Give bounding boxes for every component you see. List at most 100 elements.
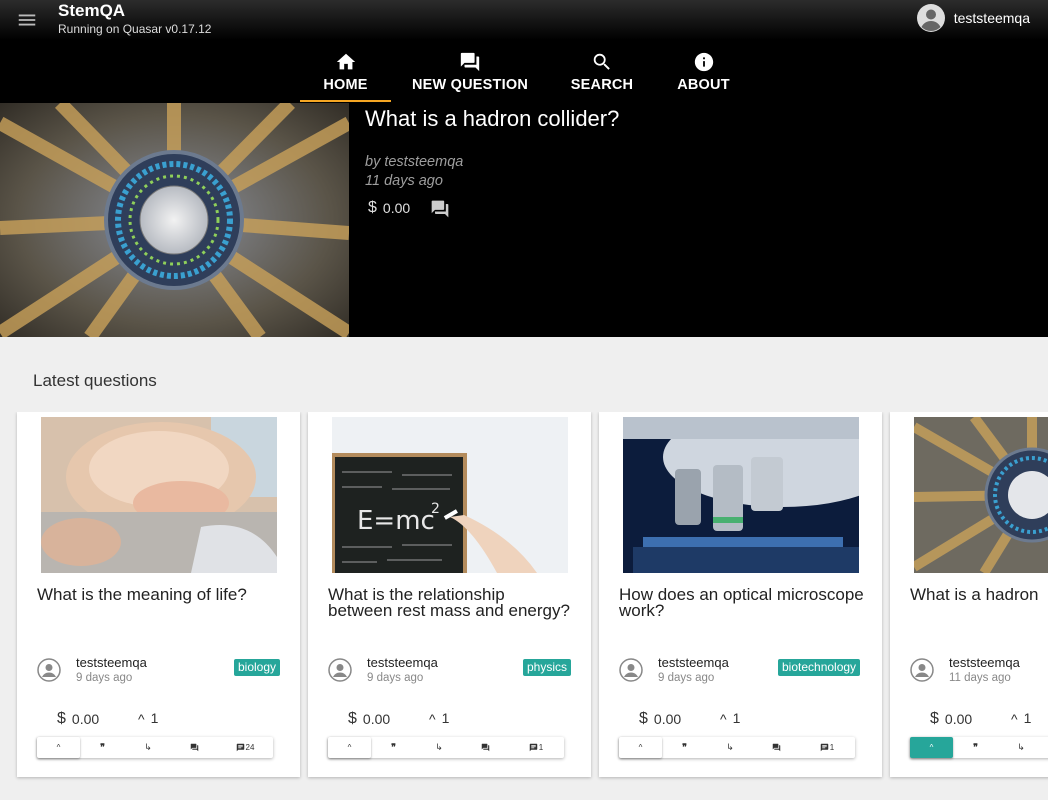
question-author[interactable]: teststeemqa (949, 655, 1020, 670)
reply-button[interactable]: ↳ (998, 737, 1044, 758)
upvote-caret-icon: ^ (1011, 711, 1018, 727)
upvote-button[interactable]: ^ (37, 737, 80, 758)
comment-button[interactable] (462, 737, 508, 758)
tab-new-question[interactable]: NEW QUESTION (391, 45, 549, 103)
question-card: What is the meaning of life? teststeemqa… (17, 412, 300, 777)
upvote-caret-icon: ^ (138, 711, 145, 727)
payout-value: 0.00 (362, 711, 391, 727)
dollar-icon: $ (639, 710, 648, 727)
upvote-button[interactable]: ^ (328, 737, 371, 758)
payout-value: 0.00 (71, 711, 100, 727)
payout-value: 0.00 (382, 200, 411, 216)
tag-badge[interactable]: biology (234, 659, 281, 676)
question-image[interactable] (41, 417, 277, 573)
forum-icon (460, 52, 480, 72)
question-votes: ^ 1 (1011, 710, 1032, 727)
featured-question-image[interactable] (0, 103, 349, 337)
comment-count: 1 (538, 743, 544, 752)
question-author[interactable]: teststeemqa (76, 655, 147, 670)
question-title[interactable]: How does an optical microscope work? (619, 586, 864, 619)
comment-button[interactable] (753, 737, 799, 758)
tab-home[interactable]: HOME (300, 45, 391, 103)
comment-icon (772, 743, 780, 752)
question-payout: $ 0.00 (57, 710, 99, 728)
quote-button[interactable]: ❞ (953, 737, 998, 758)
menu-icon[interactable] (16, 9, 38, 31)
comments-icon (529, 743, 538, 752)
tab-search-label: SEARCH (570, 77, 634, 93)
reply-button[interactable]: ↳ (707, 737, 753, 758)
question-author[interactable]: teststeemqa (658, 655, 729, 670)
payout-value: 0.00 (653, 711, 682, 727)
question-card: E=mc 2 What is the relationship between … (308, 412, 591, 777)
question-actions: ^ ❞ ↳ 1 (619, 737, 855, 758)
question-image[interactable] (623, 417, 859, 573)
tag-badge[interactable]: biotechnology (778, 659, 861, 676)
tab-search[interactable]: SEARCH (549, 45, 655, 103)
question-card: How does an optical microscope work? tes… (599, 412, 882, 777)
vote-count: 1 (1023, 710, 1032, 726)
upvote-button[interactable]: ^ (910, 737, 953, 758)
comment-button[interactable] (1044, 737, 1048, 758)
comment-count: 24 (245, 743, 255, 752)
featured-question-title[interactable]: What is a hadron collider? (365, 106, 619, 132)
comment-count-button[interactable]: 1 (799, 737, 855, 758)
avatar-icon (37, 658, 61, 682)
comments-icon (236, 743, 244, 752)
question-time: 9 days ago (367, 672, 424, 684)
info-icon (694, 52, 713, 72)
home-icon (336, 53, 355, 70)
quote-button[interactable]: ❞ (371, 737, 416, 758)
user-menu[interactable]: teststeemqa (916, 3, 1030, 33)
tag-badge[interactable]: physics (523, 659, 572, 676)
question-title[interactable]: What is the meaning of life? (37, 586, 282, 603)
dollar-icon: $ (348, 710, 357, 727)
avatar-icon (910, 658, 934, 682)
user-name: teststeemqa (953, 10, 1030, 26)
featured-question-payout: $ 0.00 (368, 199, 410, 217)
main-tabs: HOME NEW QUESTION SEARCH ABOUT (300, 45, 752, 103)
question-payout: $ 0.00 (348, 710, 390, 728)
question-author[interactable]: teststeemqa (367, 655, 438, 670)
latest-questions-list: What is the meaning of life? teststeemqa… (0, 412, 1048, 800)
app-header: StemQA Running on Quasar v0.17.12 testst… (0, 0, 1048, 103)
dollar-icon: $ (57, 710, 66, 727)
comment-icon (190, 743, 198, 752)
question-image[interactable] (914, 417, 1048, 573)
comment-count-button[interactable]: 24 (217, 737, 273, 758)
question-image[interactable]: E=mc 2 (332, 417, 568, 573)
featured-question: What is a hadron collider? by teststeemq… (0, 103, 1048, 337)
comment-icon[interactable] (430, 199, 450, 218)
reply-button[interactable]: ↳ (416, 737, 462, 758)
vote-count: 1 (150, 710, 159, 726)
dollar-icon: $ (930, 710, 939, 727)
comment-button[interactable] (171, 737, 217, 758)
question-title[interactable]: What is a hadron (910, 586, 1048, 603)
tab-about[interactable]: ABOUT (655, 45, 752, 103)
upvote-button[interactable]: ^ (619, 737, 662, 758)
featured-question-author: by teststeemqa (365, 154, 464, 170)
question-payout: $ 0.00 (930, 710, 972, 728)
latest-questions-heading: Latest questions (33, 371, 157, 390)
app-title: StemQA (58, 1, 126, 20)
upvote-caret-icon: ^ (720, 711, 727, 727)
question-time: 11 days ago (949, 672, 1011, 684)
tab-about-label: ABOUT (677, 77, 730, 93)
quote-button[interactable]: ❞ (662, 737, 707, 758)
question-time: 9 days ago (658, 672, 715, 684)
featured-question-time: 11 days ago (365, 173, 443, 189)
svg-text:E=mc: E=mc (357, 506, 435, 536)
question-card: What is a hadron teststeemqa 11 days ago… (890, 412, 1048, 777)
question-time: 9 days ago (76, 672, 133, 684)
question-title[interactable]: What is the relationship between rest ma… (328, 586, 573, 619)
question-actions: ^ ❞ ↳ 1 (328, 737, 564, 758)
reply-button[interactable]: ↳ (125, 737, 171, 758)
payout-value: 0.00 (944, 711, 973, 727)
comment-count-button[interactable]: 1 (508, 737, 564, 758)
comment-count: 1 (829, 743, 835, 752)
svg-text:2: 2 (431, 501, 440, 517)
question-payout: $ 0.00 (639, 710, 681, 728)
search-icon (593, 53, 610, 70)
avatar-icon (619, 658, 643, 682)
quote-button[interactable]: ❞ (80, 737, 125, 758)
